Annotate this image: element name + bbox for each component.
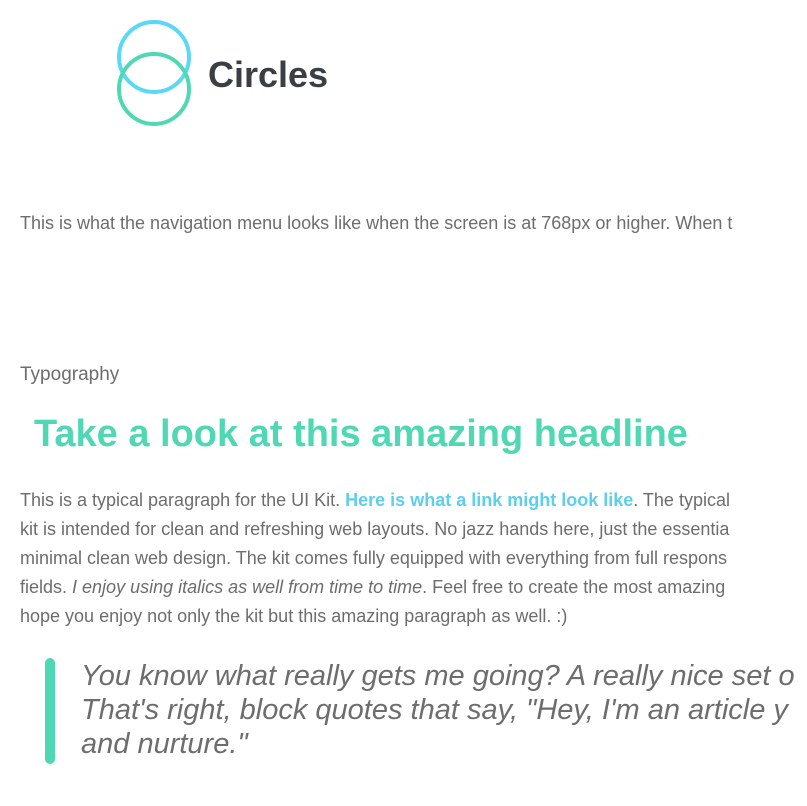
brand-logo[interactable]: Circles (116, 20, 328, 126)
nav-description: This is what the navigation menu looks l… (20, 213, 733, 233)
section-label-typography: Typography (20, 364, 120, 385)
italic-text: I enjoy using italics as well from time … (72, 577, 423, 597)
paragraph-line-2: kit is intended for clean and refreshing… (20, 519, 730, 539)
blockquote-accent-bar (45, 658, 55, 764)
paragraph-text: fields. (20, 577, 73, 597)
paragraph-text: . Feel free to create the most amazing (422, 577, 726, 597)
paragraph-line-3: minimal clean web design. The kit comes … (20, 548, 728, 568)
paragraph-text: . The typical (633, 490, 730, 510)
paragraph-line-4: fields. I enjoy using italics as well fr… (20, 573, 807, 602)
blockquote-text: You know what really gets me going? A re… (81, 659, 795, 761)
blockquote-line-1: You know what really gets me going? A re… (81, 660, 795, 692)
paragraph-line-5: hope you enjoy not only the kit but this… (20, 606, 568, 626)
paragraph-text: This is a typical paragraph for the UI K… (20, 490, 346, 510)
brand-name: Circles (208, 54, 329, 95)
blockquote-line-2: That's right, block quotes that say, "He… (81, 694, 788, 726)
headline: Take a look at this amazing headline (34, 413, 688, 455)
typical-paragraph: This is a typical paragraph for the UI K… (20, 486, 807, 631)
sample-link[interactable]: Here is what a link might look like (345, 490, 633, 510)
blockquote-line-3: and nurture." (81, 728, 248, 760)
circles-logo-icon (117, 20, 191, 126)
paragraph-line-1: This is a typical paragraph for the UI K… (20, 486, 807, 515)
blockquote: You know what really gets me going? A re… (45, 658, 807, 766)
